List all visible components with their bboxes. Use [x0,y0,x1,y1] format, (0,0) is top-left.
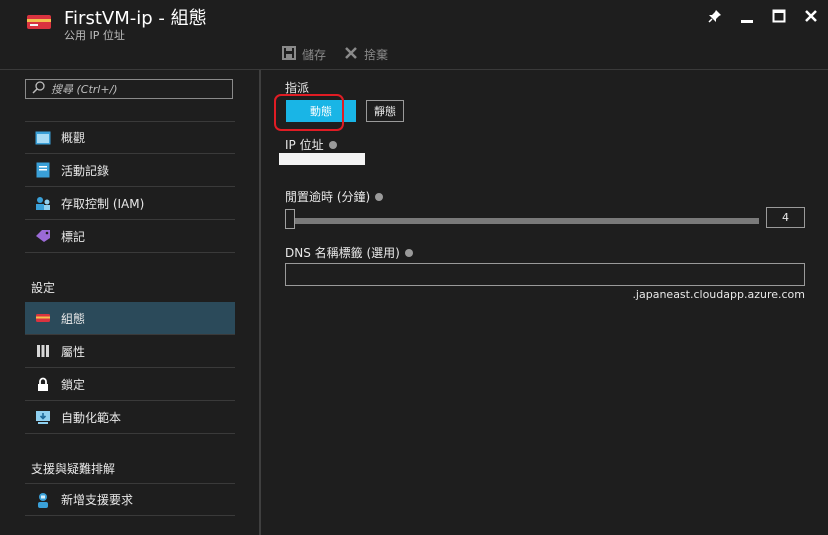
support-section-label: 支援與疑難排解 [31,462,116,476]
idle-timeout-slider-thumb[interactable] [285,209,295,229]
sidebar-item-label: 存取控制 (IAM) [61,196,145,211]
sidebar-item-label: 新增支援要求 [61,493,134,507]
page-subtitle: 公用 IP 位址 [64,29,125,42]
settings-section-label: 設定 [31,281,56,295]
panel-divider [259,70,261,535]
sidebar-item-label: 鎖定 [61,377,86,392]
activity-log-icon [35,162,51,178]
info-icon[interactable] [375,192,384,201]
save-icon [282,45,296,63]
iam-icon [35,195,51,211]
assignment-toggle: 動態 靜態 [285,100,404,122]
sidebar-item-new-support-request[interactable]: 新增支援要求 [25,483,235,516]
sidebar-item-locks[interactable]: 鎖定 [25,368,235,401]
minimize-icon[interactable] [738,7,756,25]
assignment-dynamic-option[interactable]: 動態 [286,100,356,122]
assignment-label: 指派 [285,81,310,95]
dns-name-input[interactable] [285,263,805,286]
idle-timeout-value[interactable]: 4 [766,207,805,228]
overview-icon [35,130,51,146]
dns-label: DNS 名稱標籤 (選用) [285,244,413,261]
general-nav: 概觀 活動記錄 存取控制 (IAM) 標記 [25,121,235,253]
info-icon[interactable] [328,140,337,149]
sidebar-item-properties[interactable]: 屬性 [25,335,235,368]
ip-address-label: IP 位址 [285,136,337,153]
settings-nav: 組態 屬性 鎖定 自動化範本 [25,302,235,434]
public-ip-icon [26,12,52,32]
dns-suffix: .japaneast.cloudapp.azure.com [632,288,805,301]
discard-label: 捨棄 [364,47,389,62]
idle-timeout-slider-track[interactable] [289,218,759,224]
maximize-icon[interactable] [770,7,788,25]
search-box[interactable] [25,79,233,99]
save-label: 儲存 [302,47,327,62]
sidebar: 概觀 活動記錄 存取控制 (IAM) 標記 設定 組態 [0,70,259,535]
ip-address-value: 52.185.149.81 [279,153,365,165]
sidebar-item-label: 標記 [61,229,86,244]
idle-timeout-label: 閒置逾時 (分鐘) [285,188,384,205]
search-icon [32,81,45,97]
close-icon[interactable] [802,7,820,25]
automation-script-icon [35,409,51,425]
discard-icon [344,46,358,63]
configuration-icon [35,310,51,326]
ip-address-label-text: IP 位址 [285,138,324,152]
sidebar-item-activity-log[interactable]: 活動記錄 [25,154,235,187]
title-bar: FirstVM-ip - 組態 公用 IP 位址 [0,0,828,42]
assignment-static-option[interactable]: 靜態 [366,100,404,122]
dns-label-text: DNS 名稱標籤 (選用) [285,246,400,260]
save-button[interactable]: 儲存 [282,45,327,63]
sidebar-item-label: 概觀 [61,131,86,145]
sidebar-item-label: 活動記錄 [61,163,110,178]
configuration-pane: 指派 動態 靜態 IP 位址 52.185.149.81 閒置逾時 (分鐘) 4… [274,70,805,535]
sidebar-item-configuration[interactable]: 組態 [25,302,235,335]
sidebar-item-label: 屬性 [61,344,86,359]
window-controls [706,7,820,25]
sidebar-item-tags[interactable]: 標記 [25,220,235,253]
pin-icon[interactable] [706,7,724,25]
sidebar-item-iam[interactable]: 存取控制 (IAM) [25,187,235,220]
sidebar-item-label: 組態 [61,311,86,326]
info-icon[interactable] [404,248,413,257]
lock-icon [35,376,51,392]
discard-button[interactable]: 捨棄 [344,46,388,63]
sidebar-item-automation-script[interactable]: 自動化範本 [25,401,235,434]
sidebar-item-overview[interactable]: 概觀 [25,121,235,154]
idle-timeout-label-text: 閒置逾時 (分鐘) [285,190,371,204]
search-input[interactable] [51,82,221,96]
support-request-icon [35,492,51,508]
sidebar-item-label: 自動化範本 [61,410,122,425]
tag-icon [35,228,51,244]
command-bar: 儲存 捨棄 [282,43,388,65]
properties-icon [35,343,51,359]
support-nav: 新增支援要求 [25,483,235,516]
